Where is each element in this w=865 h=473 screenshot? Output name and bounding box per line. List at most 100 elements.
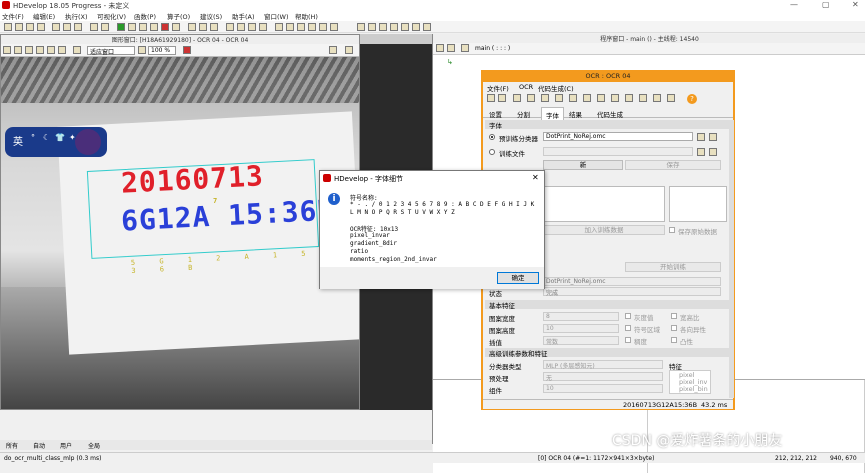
feature-inspection-icon[interactable] (308, 23, 316, 31)
datacode-icon[interactable] (390, 23, 398, 31)
variable-window-icon[interactable] (237, 23, 245, 31)
copy-icon[interactable] (63, 23, 71, 31)
preprocess-select[interactable]: 无 (543, 372, 663, 382)
ocr-image[interactable]: 20160713 6G12A 15:36B 7 5 G 1 2 A 1 5 : … (1, 57, 359, 409)
ocr-edit-icon[interactable] (667, 94, 675, 102)
save-window-icon[interactable] (14, 46, 22, 54)
new-button[interactable]: 新 (543, 160, 623, 170)
graphics-help-icon[interactable] (345, 46, 353, 54)
open-file-icon[interactable] (15, 23, 23, 31)
ocr-settings-icon[interactable] (639, 94, 647, 102)
forward-icon[interactable] (447, 44, 455, 52)
window-settings-icon[interactable] (329, 46, 337, 54)
clear-window-icon[interactable] (3, 46, 11, 54)
menu-execute[interactable]: 执行(X) (65, 11, 88, 21)
zoom-percent-icon[interactable] (138, 46, 146, 54)
menu-visualize[interactable]: 可视化(V) (97, 11, 126, 21)
new-file-icon[interactable] (4, 23, 12, 31)
dialog-close-icon[interactable]: ✕ (532, 173, 539, 182)
ocr-tab-codegen[interactable]: 代码生成 (597, 109, 623, 119)
interp-select[interactable]: 常数 (543, 336, 619, 346)
search-classifier-icon[interactable] (709, 133, 717, 141)
calibration-icon[interactable] (330, 23, 338, 31)
run-icon[interactable] (117, 23, 125, 31)
ime-shirt-icon[interactable]: 👕 (55, 133, 65, 142)
ocr-config-icon[interactable] (541, 94, 549, 102)
zoom-percent-select[interactable]: 100 % (148, 46, 176, 55)
operator-window-icon[interactable] (259, 23, 267, 31)
ime-avatar[interactable] (75, 129, 101, 155)
measure-icon[interactable] (368, 23, 376, 31)
ocr-tab-result[interactable]: 结果 (569, 109, 582, 119)
start-training-button[interactable]: 开始训练 (625, 262, 721, 272)
ocr-tab-segment[interactable]: 分割 (517, 109, 530, 119)
save-button[interactable]: 保存 (625, 160, 721, 170)
ocr-image-icon[interactable] (513, 94, 521, 102)
zoom-mode-select[interactable]: 适应窗口 (87, 46, 135, 56)
menu-edit[interactable]: 编辑(E) (33, 11, 55, 21)
classifier-type-select[interactable]: MLP (多层感知元) (543, 360, 663, 370)
char-list-box[interactable] (543, 186, 665, 222)
reset-icon[interactable] (172, 23, 180, 31)
step-over-icon[interactable] (128, 23, 136, 31)
cut-icon[interactable] (52, 23, 60, 31)
basic-features-header[interactable]: 基本特征 (485, 300, 729, 310)
stop-icon[interactable] (161, 23, 169, 31)
zoom-icon[interactable] (275, 23, 283, 31)
tab-global[interactable]: 全局 (88, 441, 100, 450)
tab-user[interactable]: 用户 (60, 441, 72, 450)
menu-window[interactable]: 窗口(W) (264, 11, 289, 21)
program-window-icon[interactable] (248, 23, 256, 31)
step-out-icon[interactable] (150, 23, 158, 31)
color-picker-icon[interactable] (183, 46, 191, 54)
pointer-icon[interactable] (36, 46, 44, 54)
procedure-icon[interactable] (461, 44, 469, 52)
redo-icon[interactable] (101, 23, 109, 31)
ime-toolbar[interactable]: 英 ° ☾ 👕 ✦ (5, 127, 107, 157)
ocr-menu-file[interactable]: 文件(F) (487, 83, 509, 93)
ocr-train-icon[interactable] (597, 94, 605, 102)
zoom-out-icon[interactable] (58, 46, 66, 54)
browse-classifier-icon[interactable] (697, 133, 705, 141)
char-region-checkbox[interactable] (625, 325, 631, 331)
font-section-header[interactable]: 字体 (485, 120, 729, 130)
add-train-data-button[interactable]: 加入训练数据 (543, 225, 665, 235)
feature-item-pixel-bin[interactable]: pixel_bin (679, 385, 708, 393)
compactness-checkbox[interactable] (625, 337, 631, 343)
back-icon[interactable] (436, 44, 444, 52)
menu-file[interactable]: 文件(F) (2, 11, 24, 21)
search-train-file-icon[interactable] (709, 148, 717, 156)
barcode-icon[interactable] (379, 23, 387, 31)
close-icon[interactable]: ✕ (852, 0, 859, 9)
menu-functions[interactable]: 函数(P) (134, 11, 156, 21)
ime-moon-icon[interactable]: ☾ (43, 133, 50, 142)
activate-icon[interactable] (199, 23, 207, 31)
graphics-window-icon[interactable] (226, 23, 234, 31)
paste-icon[interactable] (74, 23, 82, 31)
tab-all[interactable]: 所有 (6, 441, 18, 450)
ime-lang[interactable]: 英 (13, 133, 23, 148)
ocr-load-icon[interactable] (487, 94, 495, 102)
acquisition-icon[interactable] (412, 23, 420, 31)
components-spin[interactable]: 10 (543, 384, 663, 393)
fit-window-icon[interactable] (73, 46, 81, 54)
pattern-height-spin[interactable]: 10 (543, 324, 619, 333)
save-icon[interactable] (26, 23, 34, 31)
save-all-icon[interactable] (37, 23, 45, 31)
ocr-menu-codegen[interactable]: 代码生成(C) (538, 83, 574, 93)
pretrained-classifier-select[interactable]: DotPrint_NoRej.omc (543, 132, 693, 141)
aspect-checkbox[interactable] (671, 313, 677, 319)
menu-help[interactable]: 帮助(H) (295, 11, 318, 21)
ocr-run-icon[interactable] (611, 94, 619, 102)
ime-punct-icon[interactable]: ° (31, 133, 35, 142)
menu-operators[interactable]: 算子(O) (167, 11, 190, 21)
ocr-camera-icon[interactable] (527, 94, 535, 102)
ocr-menu-ocr[interactable]: OCR (519, 83, 533, 91)
keep-original-checkbox[interactable] (669, 227, 675, 233)
classifier-name-field[interactable]: DotPrint_NoRej.omc (543, 277, 721, 286)
browse-train-file-icon[interactable] (697, 148, 705, 156)
feature-list[interactable]: pixel pixel_inv pixel_bin (669, 370, 711, 394)
radio-pretrained[interactable] (489, 134, 495, 140)
undo-icon[interactable] (90, 23, 98, 31)
matching-icon[interactable] (357, 23, 365, 31)
